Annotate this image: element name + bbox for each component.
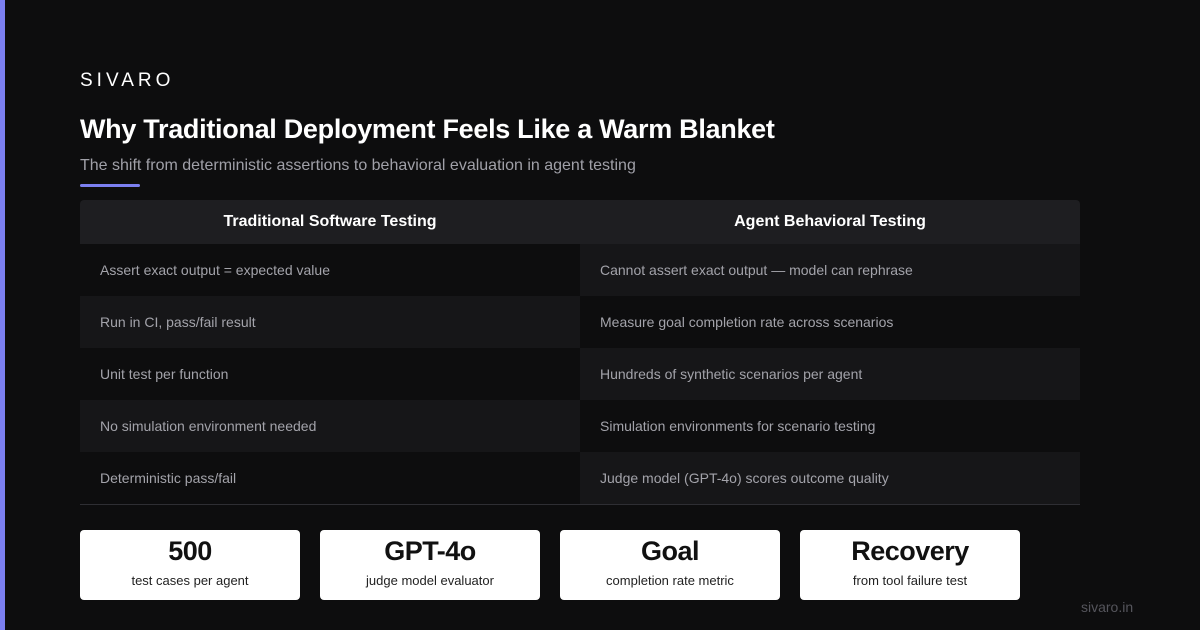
table-row: Deterministic pass/fail Judge model (GPT… <box>80 452 1080 504</box>
table-cell-agent: Measure goal completion rate across scen… <box>580 296 1080 348</box>
table-cell-agent: Simulation environments for scenario tes… <box>580 400 1080 452</box>
table-row: No simulation environment needed Simulat… <box>80 400 1080 452</box>
stat-value: 500 <box>168 536 212 566</box>
stat-card-judge-model: GPT-4o judge model evaluator <box>320 530 540 600</box>
stat-value: GPT-4o <box>384 536 476 566</box>
table-row: Unit test per function Hundreds of synth… <box>80 348 1080 400</box>
table-cell-traditional: Assert exact output = expected value <box>80 244 580 296</box>
table-cell-traditional: No simulation environment needed <box>80 400 580 452</box>
brand-logo: SIVARO <box>80 70 175 91</box>
stats-row: 500 test cases per agent GPT-4o judge mo… <box>80 530 1020 600</box>
table-cell-traditional: Deterministic pass/fail <box>80 452 580 504</box>
stat-card-goal: Goal completion rate metric <box>560 530 780 600</box>
comparison-table: Traditional Software Testing Agent Behav… <box>80 200 1080 505</box>
stat-value: Recovery <box>851 536 969 566</box>
table-cell-agent: Judge model (GPT-4o) scores outcome qual… <box>580 452 1080 504</box>
column-header-agent: Agent Behavioral Testing <box>580 200 1080 244</box>
title-underline <box>80 184 140 187</box>
table-cell-agent: Cannot assert exact output — model can r… <box>580 244 1080 296</box>
table-row: Run in CI, pass/fail result Measure goal… <box>80 296 1080 348</box>
page-subtitle: The shift from deterministic assertions … <box>80 157 636 174</box>
table-cell-traditional: Unit test per function <box>80 348 580 400</box>
table-cell-traditional: Run in CI, pass/fail result <box>80 296 580 348</box>
stat-label: from tool failure test <box>852 573 968 588</box>
page-title: Why Traditional Deployment Feels Like a … <box>80 114 775 144</box>
stat-value: Goal <box>640 536 700 566</box>
stat-card-recovery: Recovery from tool failure test <box>800 530 1020 600</box>
table-row: Assert exact output = expected value Can… <box>80 244 1080 296</box>
column-header-traditional: Traditional Software Testing <box>80 200 580 244</box>
table-cell-agent: Hundreds of synthetic scenarios per agen… <box>580 348 1080 400</box>
stat-label: completion rate metric <box>606 573 734 588</box>
stat-label: test cases per agent <box>131 573 249 588</box>
footer-url: sivaro.in <box>1081 599 1134 615</box>
left-accent-bar <box>0 0 5 630</box>
table-header: Traditional Software Testing Agent Behav… <box>80 200 1080 244</box>
stat-label: judge model evaluator <box>366 573 494 588</box>
stat-card-test-cases: 500 test cases per agent <box>80 530 300 600</box>
